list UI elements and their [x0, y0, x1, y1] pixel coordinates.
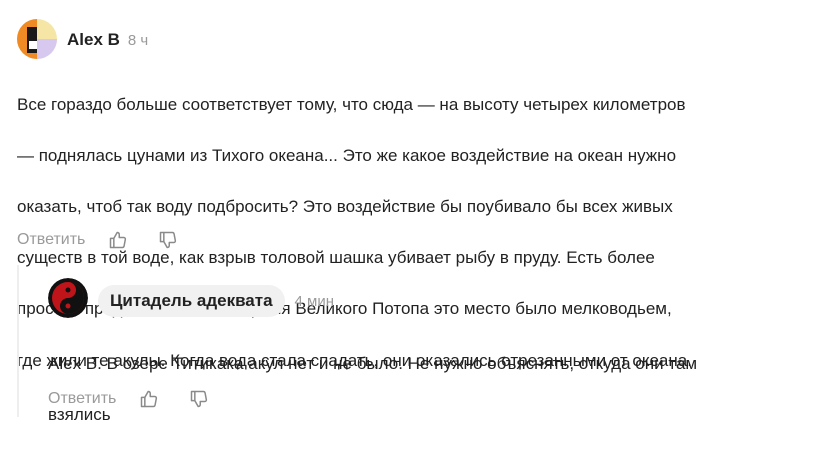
reply-actions: Ответить: [48, 388, 210, 410]
author-name[interactable]: Alex B: [67, 30, 120, 50]
avatar[interactable]: [17, 19, 57, 59]
comment-line: оказать, чтоб так воду подбросить? Это в…: [17, 196, 673, 216]
avatar-image: [17, 19, 57, 59]
reply-reply-button[interactable]: Ответить: [48, 390, 116, 408]
comment-actions: Ответить: [17, 229, 179, 251]
comment-line: — поднялась цунами из Тихого океана... Э…: [17, 145, 677, 165]
thumbs-up-icon[interactable]: [107, 229, 129, 251]
reply-avatar[interactable]: [48, 278, 88, 318]
timestamp[interactable]: 8 ч: [128, 32, 148, 49]
yin-yang-icon: [48, 278, 88, 318]
thumbs-down-icon[interactable]: [188, 388, 210, 410]
reply-timestamp[interactable]: 4 мин: [295, 293, 335, 310]
reply-author-name[interactable]: Цитадель адеквата: [98, 285, 285, 317]
comment-header: Alex B 8 ч: [67, 30, 148, 50]
thumbs-up-icon[interactable]: [138, 388, 160, 410]
thumbs-down-icon[interactable]: [157, 229, 179, 251]
comment-line: Все гораздо больше соответствует тому, ч…: [17, 94, 686, 114]
reply-button[interactable]: Ответить: [17, 231, 85, 249]
reply-line: Alex B. В озере Титикака акул нет и не б…: [48, 353, 698, 373]
reply-header: Цитадель адеквата 4 мин: [98, 285, 334, 317]
thread-line: [17, 265, 19, 417]
